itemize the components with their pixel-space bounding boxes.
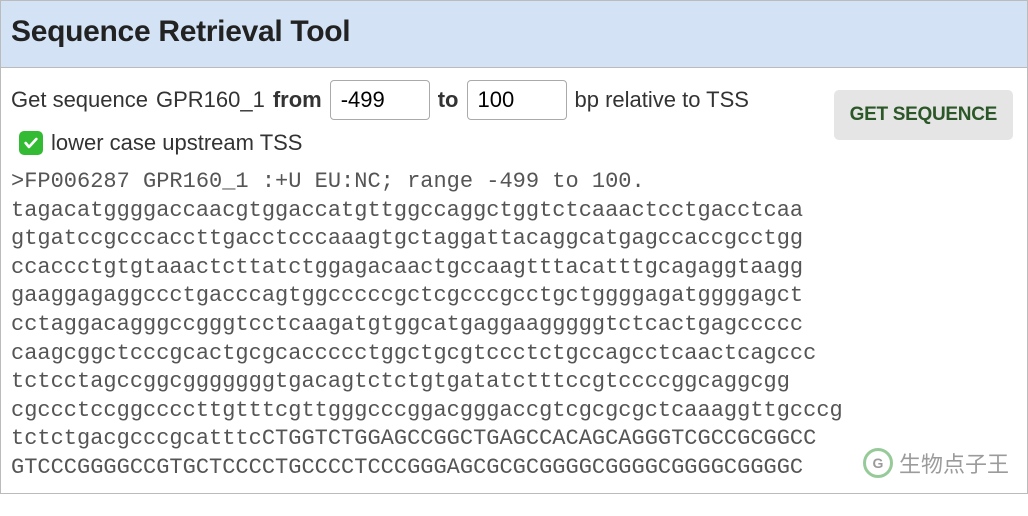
- seq-label-prefix: Get sequence: [11, 87, 148, 113]
- page-header: Sequence Retrieval Tool: [1, 1, 1027, 68]
- from-label: from: [273, 87, 322, 113]
- lowercase-label: lower case upstream TSS: [51, 130, 302, 156]
- seq-name: GPR160_1: [156, 87, 265, 113]
- to-label: to: [438, 87, 459, 113]
- check-icon: [23, 135, 39, 151]
- bp-suffix: bp relative to TSS: [575, 87, 749, 113]
- controls-area: Get sequence GPR160_1 from to bp relativ…: [1, 68, 1027, 164]
- sequence-output: >FP006287 GPR160_1 :+U EU:NC; range -499…: [1, 164, 1027, 493]
- lowercase-checkbox[interactable]: [19, 131, 43, 155]
- to-input[interactable]: [467, 80, 567, 120]
- from-input[interactable]: [330, 80, 430, 120]
- get-sequence-button[interactable]: GET SEQUENCE: [834, 90, 1013, 140]
- page-title: Sequence Retrieval Tool: [11, 15, 1017, 49]
